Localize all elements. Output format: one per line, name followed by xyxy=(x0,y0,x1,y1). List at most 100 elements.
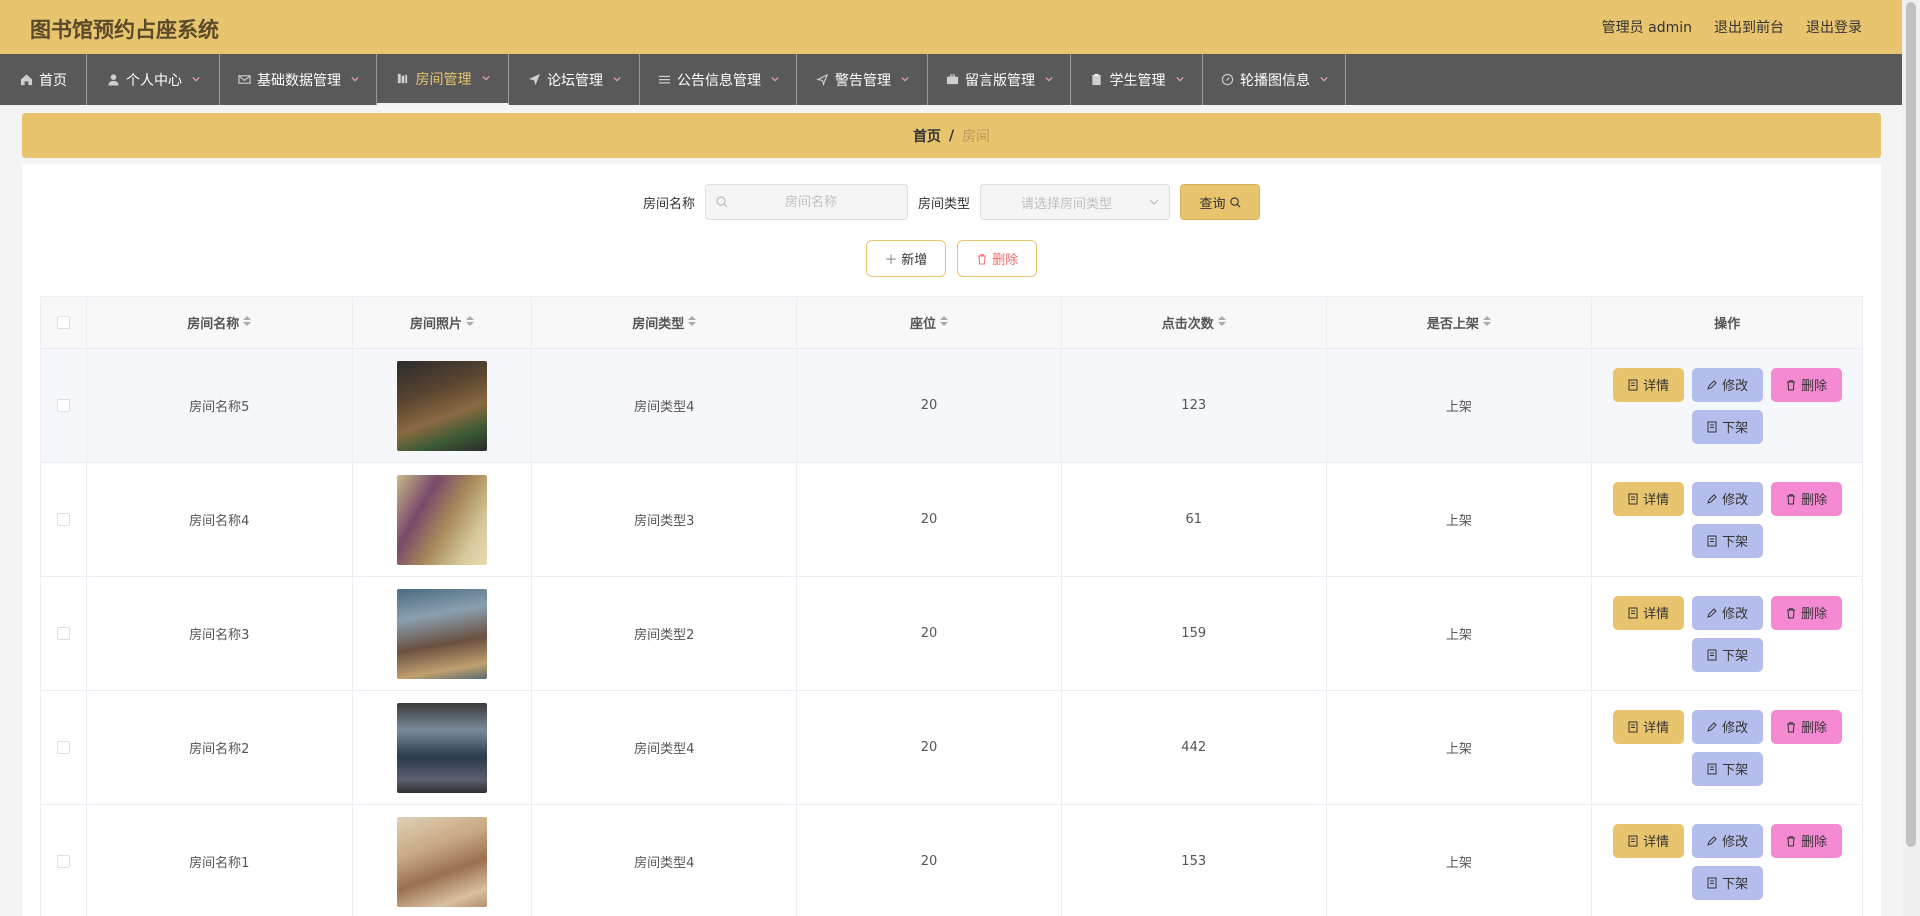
delete-button[interactable]: 删除 xyxy=(1770,709,1842,744)
sort-icon[interactable] xyxy=(243,315,252,330)
detail-button[interactable]: 详情 xyxy=(1612,367,1684,402)
row-checkbox[interactable] xyxy=(56,627,70,640)
detail-button[interactable]: 详情 xyxy=(1612,823,1684,858)
delete-button-label: 删除 xyxy=(1801,493,1828,508)
edit-button[interactable]: 修改 xyxy=(1691,595,1763,630)
delete-button-label: 删除 xyxy=(1801,721,1828,736)
row-actions-cell: 详情 修改 删除 下架 xyxy=(1592,349,1862,462)
sort-icon[interactable] xyxy=(466,315,475,330)
document-icon xyxy=(1706,877,1718,889)
detail-button[interactable]: 详情 xyxy=(1612,481,1684,516)
room-name-field[interactable] xyxy=(705,184,908,220)
column-header-2[interactable]: 房间类型 xyxy=(532,297,798,348)
nav-item-9[interactable]: 轮播图信息 xyxy=(1203,54,1346,105)
sort-icon[interactable] xyxy=(688,315,697,330)
row-actions-cell: 详情 修改 删除下架 xyxy=(1592,691,1862,804)
edit-button[interactable]: 修改 xyxy=(1691,481,1763,516)
column-header-4[interactable]: 点击次数 xyxy=(1062,297,1327,348)
select-all-checkbox[interactable] xyxy=(56,316,70,329)
room-clicks-cell: 123 xyxy=(1062,349,1327,462)
query-button[interactable]: 查询 xyxy=(1180,184,1261,220)
room-photo[interactable] xyxy=(397,360,488,451)
room-clicks: 61 xyxy=(1185,512,1202,527)
column-header-5[interactable]: 是否上架 xyxy=(1327,297,1593,348)
room-name: 房间名称4 xyxy=(189,514,250,529)
nav-item-0[interactable]: 首页 xyxy=(0,54,87,105)
room-clicks-cell: 442 xyxy=(1062,691,1327,804)
chevron-down-icon xyxy=(351,73,359,86)
nav-item-8[interactable]: 学生管理 xyxy=(1071,54,1203,105)
row-checkbox[interactable] xyxy=(56,513,70,526)
batch-delete-button[interactable]: 删除 xyxy=(957,240,1038,277)
room-photo[interactable] xyxy=(397,474,488,565)
chevron-down-icon xyxy=(1149,199,1159,205)
compass-icon xyxy=(1220,73,1234,87)
edit-button[interactable]: 修改 xyxy=(1691,823,1763,858)
row-checkbox[interactable] xyxy=(56,741,70,754)
row-checkbox[interactable] xyxy=(56,399,70,412)
room-photo-cell xyxy=(353,577,533,690)
nav-item-label: 基础数据管理 xyxy=(257,72,341,89)
off-shelf-button[interactable]: 下架 xyxy=(1691,523,1763,558)
nav-item-4[interactable]: 论坛管理 xyxy=(509,54,640,105)
page-scrollbar[interactable] xyxy=(1902,0,1920,916)
chevron-down-icon xyxy=(192,73,200,86)
room-photo[interactable] xyxy=(397,816,488,907)
room-seats: 20 xyxy=(920,854,938,869)
search-icon xyxy=(1229,196,1240,207)
room-seats: 20 xyxy=(920,398,938,413)
room-name-input[interactable] xyxy=(736,194,886,210)
row-checkbox[interactable] xyxy=(56,855,70,868)
logout-link[interactable]: 退出登录 xyxy=(1806,17,1862,37)
sort-icon[interactable] xyxy=(1482,315,1491,330)
scrollbar-thumb[interactable] xyxy=(1906,2,1916,847)
nav-item-6[interactable]: 警告管理 xyxy=(797,54,928,105)
nav-item-2[interactable]: 基础数据管理 xyxy=(220,54,377,105)
off-shelf-button[interactable]: 下架 xyxy=(1691,637,1763,672)
room-clicks: 123 xyxy=(1181,398,1207,413)
breadcrumb-home[interactable]: 首页 xyxy=(913,126,941,146)
detail-button[interactable]: 详情 xyxy=(1612,595,1684,630)
edit-button[interactable]: 修改 xyxy=(1691,709,1763,744)
add-button[interactable]: + 新增 xyxy=(865,240,947,277)
room-name-cell: 房间名称4 xyxy=(87,463,353,576)
off-shelf-button-label: 下架 xyxy=(1722,649,1749,664)
nav-item-3[interactable]: 房间管理 xyxy=(377,54,509,105)
room-seats-cell: 20 xyxy=(797,577,1062,690)
room-status: 上架 xyxy=(1445,514,1472,529)
detail-button[interactable]: 详情 xyxy=(1612,709,1684,744)
room-photo[interactable] xyxy=(397,588,488,679)
column-header-3[interactable]: 座位 xyxy=(797,297,1062,348)
delete-button[interactable]: 删除 xyxy=(1770,823,1842,858)
off-shelf-button[interactable]: 下架 xyxy=(1691,409,1763,444)
edit-button[interactable]: 修改 xyxy=(1691,367,1763,402)
delete-button[interactable]: 删除 xyxy=(1770,595,1842,630)
row-actions: 详情 修改 删除 下架 xyxy=(1607,823,1847,900)
room-photo[interactable] xyxy=(397,702,488,793)
nav-item-5[interactable]: 公告信息管理 xyxy=(640,54,797,105)
room-type-select[interactable]: 请选择房间类型 xyxy=(980,184,1171,220)
room-photo-cell xyxy=(353,349,533,462)
nav-item-1[interactable]: 个人中心 xyxy=(87,54,220,105)
room-type: 房间类型4 xyxy=(634,856,695,871)
briefcase-icon xyxy=(945,73,959,87)
edit-button-label: 修改 xyxy=(1722,721,1749,736)
row-actions-cell: 详情 修改 删除下架 xyxy=(1592,577,1862,690)
column-header-1[interactable]: 房间照片 xyxy=(353,297,533,348)
to-front-link[interactable]: 退出到前台 xyxy=(1714,17,1784,37)
off-shelf-button[interactable]: 下架 xyxy=(1691,865,1763,900)
room-name-cell: 房间名称3 xyxy=(87,577,353,690)
trash-icon xyxy=(978,253,987,264)
column-header-0[interactable]: 房间名称 xyxy=(87,297,353,348)
delete-button[interactable]: 删除 xyxy=(1770,367,1842,402)
room-status: 上架 xyxy=(1445,742,1472,757)
off-shelf-button[interactable]: 下架 xyxy=(1691,751,1763,786)
query-label: 查询 xyxy=(1199,196,1226,212)
delete-button[interactable]: 删除 xyxy=(1770,481,1842,516)
sort-icon[interactable] xyxy=(1217,315,1226,330)
trash-icon xyxy=(1785,493,1797,505)
sort-icon[interactable] xyxy=(940,315,949,330)
room-type-placeholder: 请选择房间类型 xyxy=(1021,196,1113,212)
row-actions: 详情 修改 删除下架 xyxy=(1607,595,1847,672)
nav-item-7[interactable]: 留言版管理 xyxy=(928,54,1071,105)
